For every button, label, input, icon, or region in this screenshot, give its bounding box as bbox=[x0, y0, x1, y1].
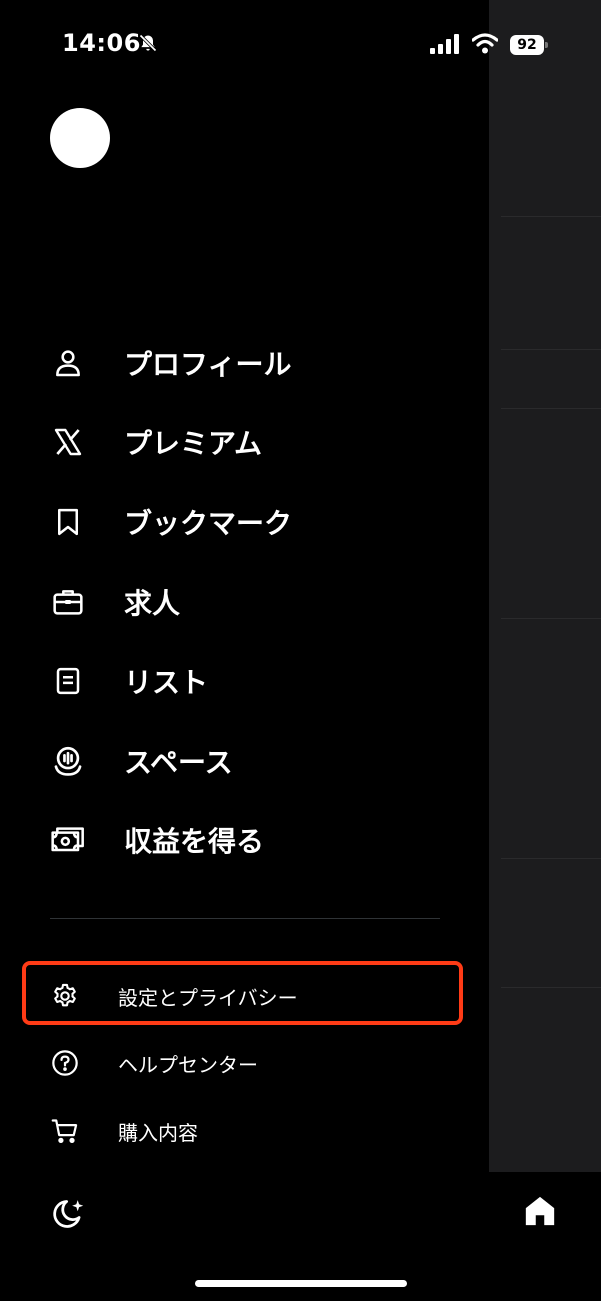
menu-item-monetization[interactable]: 収益を得る bbox=[0, 810, 489, 870]
list-icon bbox=[50, 663, 86, 699]
menu-item-lists[interactable]: リスト bbox=[0, 651, 489, 711]
moon-icon[interactable] bbox=[50, 1197, 86, 1231]
help-icon bbox=[50, 1048, 80, 1078]
menu-item-help-center[interactable]: ヘルプセンター bbox=[0, 1038, 489, 1088]
menu-item-spaces[interactable]: スペース bbox=[0, 731, 489, 791]
bookmark-icon bbox=[50, 504, 86, 540]
feed-divider bbox=[501, 216, 601, 217]
x-logo-icon bbox=[50, 424, 86, 460]
menu-item-label: リスト bbox=[124, 666, 209, 699]
cart-icon bbox=[50, 1116, 80, 1146]
menu-item-settings-privacy[interactable]: 設定とプライバシー bbox=[0, 971, 489, 1021]
feed-divider bbox=[501, 987, 601, 988]
battery-nub bbox=[545, 42, 548, 48]
feed-divider bbox=[501, 858, 601, 859]
spaces-icon bbox=[50, 743, 86, 779]
menu-item-label: プロフィール bbox=[124, 348, 292, 381]
feed-divider bbox=[501, 408, 601, 409]
menu-item-label: 求人 bbox=[124, 587, 181, 620]
bell-slash-icon bbox=[139, 34, 157, 52]
drawer-divider bbox=[50, 918, 440, 919]
status-time: 14:06 bbox=[62, 29, 141, 57]
person-icon bbox=[50, 345, 86, 381]
menu-item-label: ヘルプセンター bbox=[118, 1052, 258, 1077]
menu-item-label: 購入内容 bbox=[118, 1120, 198, 1145]
menu-item-label: 設定とプライバシー bbox=[118, 985, 298, 1010]
briefcase-icon bbox=[50, 584, 86, 620]
menu-item-bookmarks[interactable]: ブックマーク bbox=[0, 492, 489, 552]
battery-indicator: 92 bbox=[510, 35, 548, 55]
gear-icon bbox=[50, 981, 80, 1011]
battery-level: 92 bbox=[510, 35, 544, 55]
home-indicator bbox=[195, 1280, 407, 1287]
tab-bar bbox=[489, 1172, 601, 1301]
background-feed[interactable] bbox=[489, 0, 601, 1301]
menu-item-profile[interactable]: プロフィール bbox=[0, 333, 489, 393]
feed-divider bbox=[501, 618, 601, 619]
menu-item-label: スペース bbox=[124, 746, 233, 779]
wifi-icon bbox=[472, 33, 498, 54]
feed-divider bbox=[501, 349, 601, 350]
menu-item-premium[interactable]: プレミアム bbox=[0, 412, 489, 472]
side-drawer: 14:06 92 プロフィール プレミアム ブックマーク 求人 リスト スペース… bbox=[0, 0, 548, 1301]
avatar[interactable] bbox=[50, 108, 110, 168]
menu-item-purchases[interactable]: 購入内容 bbox=[0, 1106, 489, 1156]
menu-item-jobs[interactable]: 求人 bbox=[0, 572, 489, 632]
signal-icon bbox=[430, 34, 459, 54]
menu-item-label: 収益を得る bbox=[124, 825, 265, 858]
menu-item-label: プレミアム bbox=[124, 427, 263, 460]
menu-item-label: ブックマーク bbox=[124, 507, 293, 540]
money-icon bbox=[50, 822, 86, 858]
home-icon[interactable] bbox=[523, 1194, 557, 1228]
